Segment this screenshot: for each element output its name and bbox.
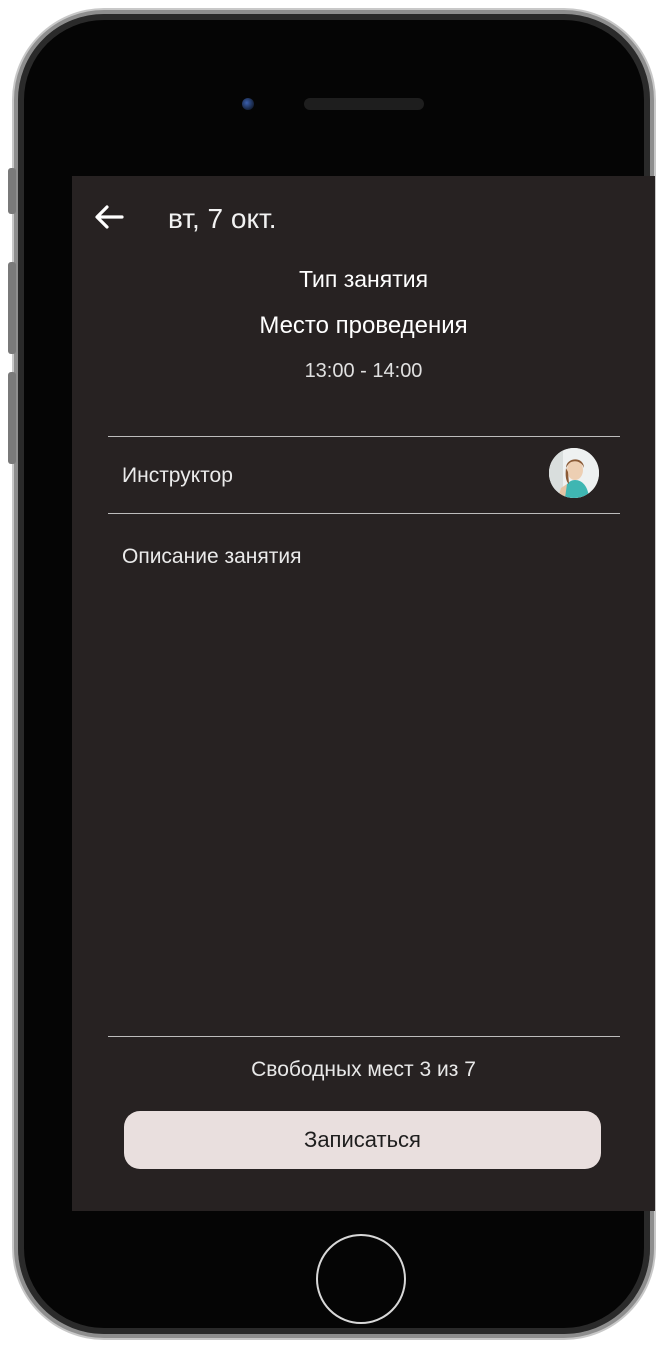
class-location: Место проведения xyxy=(259,312,468,339)
front-camera xyxy=(242,98,254,110)
mute-switch xyxy=(8,168,16,214)
volume-up-button xyxy=(8,262,16,354)
available-seats: Свободных мест 3 из 7 xyxy=(251,1058,476,1081)
home-button[interactable] xyxy=(316,1234,406,1324)
divider xyxy=(108,513,620,514)
class-type: Тип занятия xyxy=(298,266,429,292)
volume-down-button xyxy=(8,372,16,464)
instructor-avatar[interactable] xyxy=(549,448,599,498)
instructor-label[interactable]: Инструктор xyxy=(122,464,233,488)
arrow-left-icon[interactable] xyxy=(92,200,126,234)
divider xyxy=(108,436,620,437)
earpiece-speaker xyxy=(304,98,424,110)
header-date: вт, 7 окт. xyxy=(168,203,277,234)
phone-frame: вт, 7 окт. Тип занятия Место проведения … xyxy=(14,10,655,1338)
signup-button[interactable]: Записаться xyxy=(124,1111,601,1169)
app-screen: вт, 7 окт. Тип занятия Место проведения … xyxy=(72,176,655,1211)
divider xyxy=(108,1036,620,1037)
description-label: Описание занятия xyxy=(122,545,302,568)
class-time: 13:00 - 14:00 xyxy=(304,360,423,382)
